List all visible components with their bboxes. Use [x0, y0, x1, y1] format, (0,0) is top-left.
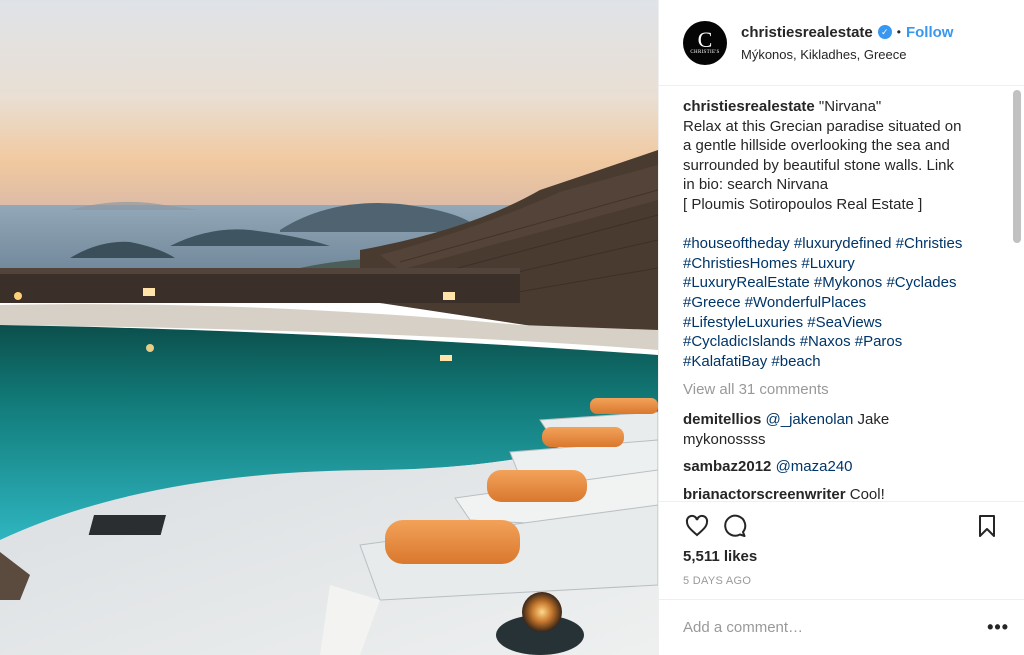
action-icons	[683, 512, 1001, 540]
pool-sunset-image	[0, 0, 658, 655]
comment-username[interactable]: brianactorscreenwriter	[683, 486, 846, 501]
header-user-row: christiesrealestate ✓ • Follow	[741, 24, 953, 41]
avatar[interactable]: C CHRISTIE'S	[683, 20, 727, 65]
add-comment-input[interactable]: Add a comment…	[683, 619, 987, 636]
hashtag-line[interactable]: #houseoftheday #luxurydefined #Christies	[683, 234, 997, 254]
caption-line: [ Ploumis Sotiropoulos Real Estate ]	[683, 195, 923, 213]
comment-username[interactable]: sambaz2012	[683, 458, 771, 475]
comment-text: Cool!	[849, 485, 885, 501]
comment-item: brianactorscreenwriter Cool!	[683, 485, 997, 501]
caption-first-line: christiesrealestate "Nirvana"	[683, 97, 997, 117]
comment-mention[interactable]: @_jakenolan	[766, 411, 854, 428]
post-photo	[0, 0, 658, 655]
post-actions: 5,511 likes 5 DAYS AGO	[659, 501, 1024, 587]
bookmark-icon[interactable]	[973, 512, 1001, 540]
post-side-panel: C CHRISTIE'S christiesrealestate ✓ • Fol…	[658, 0, 1024, 655]
comment-mention[interactable]: @maza240	[776, 458, 853, 475]
view-all-comments-link[interactable]: View all 31 comments	[683, 380, 997, 400]
follow-button[interactable]: Follow	[906, 24, 954, 41]
caption-line: Relax at this Grecian paradise situated …	[683, 117, 962, 135]
header-username[interactable]: christiesrealestate	[741, 24, 873, 41]
comment-text-continued: mykonossss	[683, 430, 766, 448]
heart-icon[interactable]	[683, 512, 711, 540]
caption-username[interactable]: christiesrealestate	[683, 98, 815, 115]
caption-line: in bio: search Nirvana	[683, 176, 829, 194]
more-options-icon[interactable]: •••	[987, 617, 1009, 638]
post-caption: christiesrealestate "Nirvana" Relax at t…	[683, 97, 997, 215]
comments-area[interactable]: christiesrealestate "Nirvana" Relax at t…	[659, 87, 1013, 501]
hashtag-line[interactable]: #CycladicIslands #Naxos #Paros	[683, 332, 997, 352]
post-date: 5 DAYS AGO	[683, 575, 752, 587]
post-header: C CHRISTIE'S christiesrealestate ✓ • Fol…	[659, 0, 1024, 86]
likes-count[interactable]: 5,511 likes	[683, 548, 1001, 565]
hashtags: #houseoftheday #luxurydefined #Christies…	[683, 234, 997, 371]
hashtag-line[interactable]: #KalafatiBay #beach	[683, 352, 997, 372]
comment-text: Jake	[853, 410, 890, 428]
comments-scrollbar[interactable]	[1013, 90, 1021, 243]
avatar-text: CHRISTIE'S	[690, 49, 720, 55]
comment-item: sambaz2012 @maza240	[683, 457, 997, 477]
location-link[interactable]: Mýkonos, Kikladhes, Greece	[741, 47, 953, 62]
add-comment-bar: Add a comment… •••	[659, 599, 1024, 655]
hashtag-line[interactable]: #ChristiesHomes #Luxury	[683, 254, 997, 274]
instagram-post-modal: C CHRISTIE'S christiesrealestate ✓ • Fol…	[0, 0, 1024, 655]
verified-badge-icon: ✓	[877, 25, 892, 39]
hashtag-line[interactable]: #LuxuryRealEstate #Mykonos #Cyclades	[683, 273, 997, 293]
comment-username[interactable]: demitellios	[683, 411, 761, 428]
header-info: christiesrealestate ✓ • Follow Mýkonos, …	[741, 24, 953, 62]
comment-bubble-icon[interactable]	[721, 512, 749, 540]
caption-line: "Nirvana"	[818, 98, 882, 115]
comment-item: demitellios @_jakenolan Jake mykonossss	[683, 410, 997, 449]
hashtag-line[interactable]: #LifestyleLuxuries #SeaViews	[683, 313, 997, 333]
caption-line: a gentle hillside overlooking the sea an…	[683, 137, 950, 155]
hashtag-line[interactable]: #Greece #WonderfulPlaces	[683, 293, 997, 313]
avatar-letter: C	[697, 26, 713, 52]
caption-line: surrounded by beautiful stone walls. Lin…	[683, 156, 954, 174]
separator-dot: •	[896, 25, 901, 39]
